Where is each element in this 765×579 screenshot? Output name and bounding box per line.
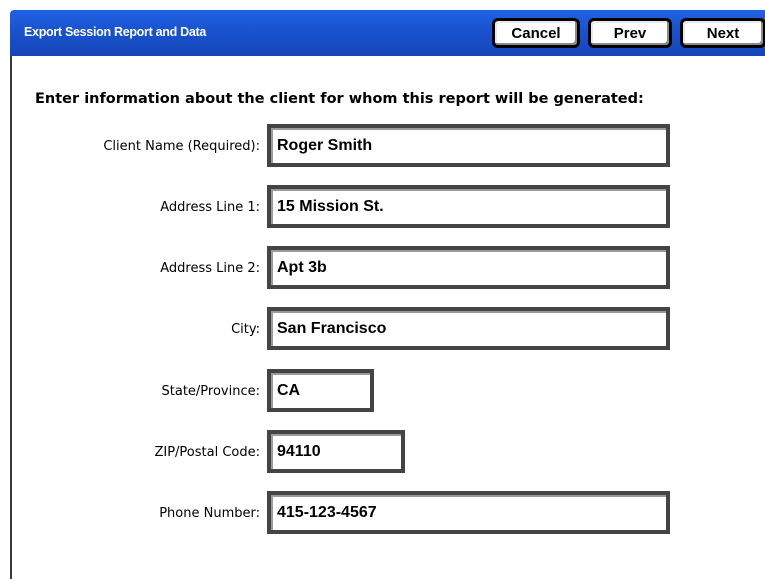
city-input[interactable] [267,307,670,350]
state-province-input[interactable] [267,369,374,412]
address-line-2-label: Address Line 2: [160,261,260,276]
phone-number-label: Phone Number: [159,506,260,521]
client-name-input[interactable] [267,124,670,167]
instruction-text: Enter information about the client for w… [35,91,644,107]
state-province-label: State/Province: [161,384,260,399]
left-border [10,56,12,579]
client-name-label: Client Name (Required): [103,139,260,154]
zip-postal-code-input[interactable] [267,430,405,473]
phone-number-input[interactable] [267,491,670,534]
city-label: City: [231,322,260,337]
address-line-1-label: Address Line 1: [160,200,260,215]
prev-button[interactable]: Prev [588,18,672,48]
dialog-title: Export Session Report and Data [24,25,207,39]
zip-postal-code-label: ZIP/Postal Code: [154,445,260,460]
address-line-1-input[interactable] [267,185,670,228]
address-line-2-input[interactable] [267,246,670,289]
next-button[interactable]: Next [680,18,765,48]
cancel-button[interactable]: Cancel [492,18,580,48]
title-bar: Export Session Report and Data Cancel Pr… [10,10,765,56]
